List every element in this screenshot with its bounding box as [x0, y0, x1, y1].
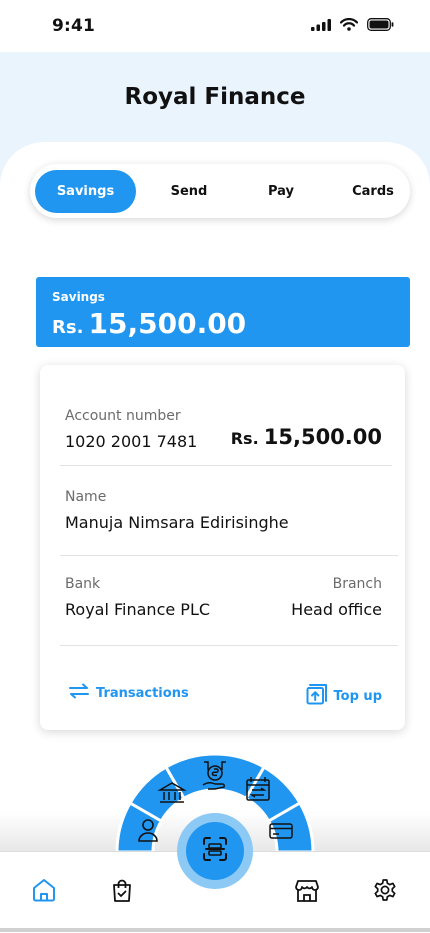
- account-number: 1020 2001 7481: [65, 432, 198, 451]
- divider: [60, 555, 398, 556]
- scan-button[interactable]: [186, 822, 244, 880]
- name-label: Name: [65, 489, 107, 505]
- signal-icon: [311, 16, 331, 35]
- tab-pay[interactable]: Pay: [240, 170, 322, 213]
- account-currency: Rs.: [230, 429, 259, 448]
- battery-icon: [367, 16, 394, 35]
- branch-name: Head office: [291, 600, 382, 619]
- home-icon[interactable]: [30, 876, 58, 904]
- branch-label: Branch: [332, 576, 382, 592]
- tab-cards[interactable]: Cards: [332, 170, 414, 213]
- transactions-label: Transactions: [96, 685, 189, 701]
- account-balance: Rs. 15,500.00: [231, 425, 382, 449]
- store-icon[interactable]: [293, 876, 321, 904]
- tab-savings[interactable]: Savings: [35, 170, 136, 213]
- transfer-arrows-icon: [68, 683, 90, 703]
- status-bar: 9:41: [0, 0, 430, 52]
- home-indicator: [0, 928, 430, 932]
- app-title: Royal Finance: [124, 84, 306, 110]
- wifi-icon: [339, 16, 359, 35]
- banner-currency: Rs.: [52, 317, 84, 338]
- account-balance-amount: 15,500.00: [263, 425, 382, 449]
- settings-icon[interactable]: [371, 876, 399, 904]
- scan-icon: [202, 836, 228, 866]
- account-holder-name: Manuja Nimsara Edirisinghe: [65, 513, 289, 532]
- top-up-icon: [306, 683, 328, 709]
- top-up-button[interactable]: Top up: [306, 683, 382, 709]
- divider: [60, 465, 392, 466]
- account-number-label: Account number: [65, 408, 181, 424]
- divider: [60, 645, 398, 646]
- status-time: 9:41: [52, 16, 96, 36]
- savings-banner: Savings Rs. 15,500.00: [36, 277, 410, 347]
- transactions-button[interactable]: Transactions: [68, 683, 189, 703]
- status-icons: [311, 17, 394, 33]
- banner-label: Savings: [52, 290, 105, 304]
- top-up-label: Top up: [333, 688, 382, 704]
- banner-balance: Rs. 15,500.00: [52, 307, 246, 340]
- bank-label: Bank: [65, 576, 101, 592]
- tab-send[interactable]: Send: [148, 170, 230, 213]
- shopping-bag-icon[interactable]: [108, 876, 136, 904]
- tab-bar: Savings Send Pay Cards: [30, 164, 410, 218]
- account-card: Account number 1020 2001 7481 Rs. 15,500…: [40, 365, 405, 730]
- scan-button-ring: [177, 813, 253, 889]
- bank-name: Royal Finance PLC: [65, 600, 211, 619]
- banner-amount: 15,500.00: [88, 307, 247, 340]
